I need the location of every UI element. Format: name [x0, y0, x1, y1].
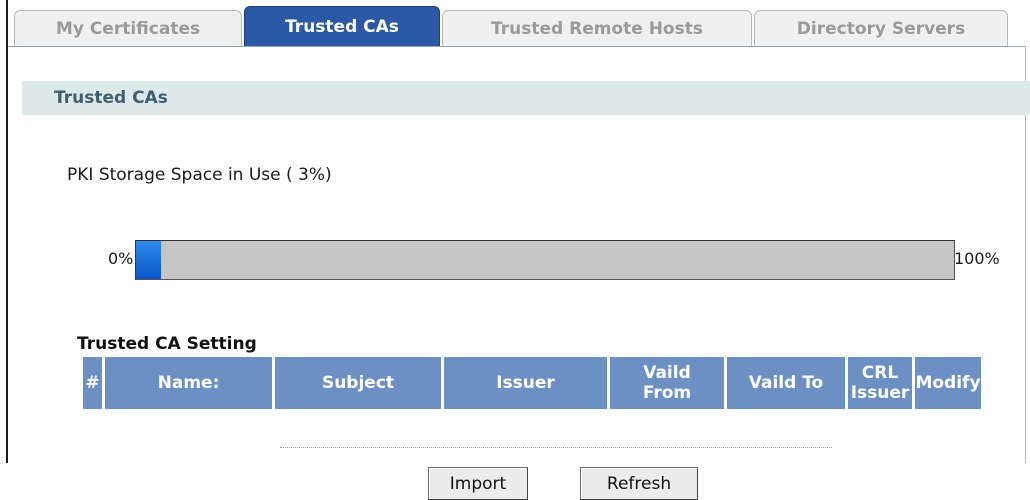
table-header-row: # Name: Subject Issuer Vaild From Vaild T… [83, 357, 981, 409]
section-title: Trusted CAs [22, 81, 1030, 115]
col-header-index: # [83, 357, 102, 409]
tab-my-certificates[interactable]: My Certificates [14, 10, 242, 46]
tab-trusted-cas[interactable]: Trusted CAs [244, 6, 440, 46]
storage-progress-bar [135, 240, 955, 280]
trusted-ca-table: # Name: Subject Issuer Vaild From Vaild T… [80, 357, 984, 409]
button-separator [280, 447, 832, 448]
tab-directory-servers[interactable]: Directory Servers [754, 10, 1008, 46]
table-title: Trusted CA Setting [77, 334, 257, 354]
progress-max-label: 100% [954, 249, 1000, 268]
col-header-issuer: Issuer [444, 357, 607, 409]
import-button[interactable]: Import [428, 467, 528, 500]
storage-progress-fill [136, 241, 161, 279]
col-header-crl-issuer: CRL Issuer [848, 357, 912, 409]
tab-bar: My Certificates Trusted CAs Trusted Remo… [8, 4, 1030, 46]
progress-min-label: 0% [108, 249, 134, 268]
col-header-modify: Modify [915, 357, 981, 409]
tab-trusted-remote-hosts[interactable]: Trusted Remote Hosts [442, 10, 752, 46]
content-panel: Trusted CAs PKI Storage Space in Use ( 3… [8, 46, 1030, 500]
refresh-button[interactable]: Refresh [580, 467, 698, 500]
col-header-subject: Subject [275, 357, 441, 409]
col-header-valid-from: Vaild From [610, 357, 724, 409]
storage-usage-label: PKI Storage Space in Use ( 3%) [67, 165, 332, 185]
col-header-name: Name: [105, 357, 272, 409]
col-header-valid-to: Vaild To [727, 357, 845, 409]
window-frame: My Certificates Trusted CAs Trusted Remo… [6, 0, 1030, 500]
